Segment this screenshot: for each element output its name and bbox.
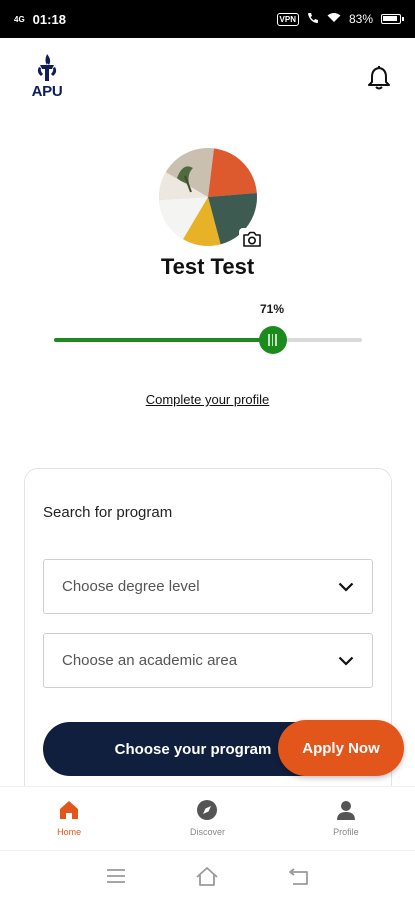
complete-profile-link[interactable]: Complete your profile (0, 392, 415, 407)
apply-now-button[interactable]: Apply Now (278, 720, 404, 776)
search-card-title: Search for program (43, 504, 173, 521)
network-indicator: 4G (14, 14, 25, 24)
status-time: 01:18 (32, 11, 66, 27)
profile-progress-bar (54, 326, 362, 354)
bottom-navigation: Home Discover Profile (0, 786, 415, 850)
chevron-down-icon (338, 582, 354, 592)
nav-label-profile: Profile (333, 827, 359, 837)
status-bar: 4G 01:18 VPN 83% (0, 0, 415, 38)
progress-fill (54, 338, 273, 342)
apu-logo: APU (26, 52, 68, 100)
progress-percent-label: 71% (259, 302, 285, 316)
wifi-icon (327, 12, 341, 26)
battery-icon (381, 14, 404, 24)
academic-area-select[interactable]: Choose an academic area (43, 633, 373, 688)
back-icon[interactable] (286, 865, 312, 887)
nav-item-home[interactable]: Home (0, 787, 138, 850)
person-icon (336, 801, 355, 820)
camera-icon[interactable] (239, 228, 265, 250)
notification-bell-icon[interactable] (367, 64, 391, 90)
torch-icon (37, 54, 57, 81)
profile-avatar[interactable] (159, 148, 265, 250)
degree-level-placeholder: Choose degree level (62, 578, 200, 595)
vpn-badge: VPN (276, 12, 299, 26)
academic-area-placeholder: Choose an academic area (62, 652, 238, 669)
nav-label-home: Home (57, 827, 82, 837)
chevron-down-icon (338, 656, 354, 666)
home-icon (60, 801, 79, 819)
home-outline-icon[interactable] (194, 865, 220, 887)
app-header: APU (0, 38, 415, 108)
logo-text: APU (31, 83, 63, 100)
battery-percent: 83% (348, 12, 373, 26)
nav-item-profile[interactable]: Profile (277, 787, 415, 850)
compass-icon (197, 800, 218, 820)
menu-icon[interactable] (103, 865, 129, 887)
profile-name: Test Test (160, 254, 255, 279)
nav-label-discover: Discover (189, 827, 225, 837)
system-navigation-bar (0, 850, 415, 900)
degree-level-select[interactable]: Choose degree level (43, 559, 373, 614)
progress-thumb[interactable] (258, 326, 287, 354)
call-icon (307, 12, 319, 27)
nav-item-discover[interactable]: Discover (138, 787, 276, 850)
